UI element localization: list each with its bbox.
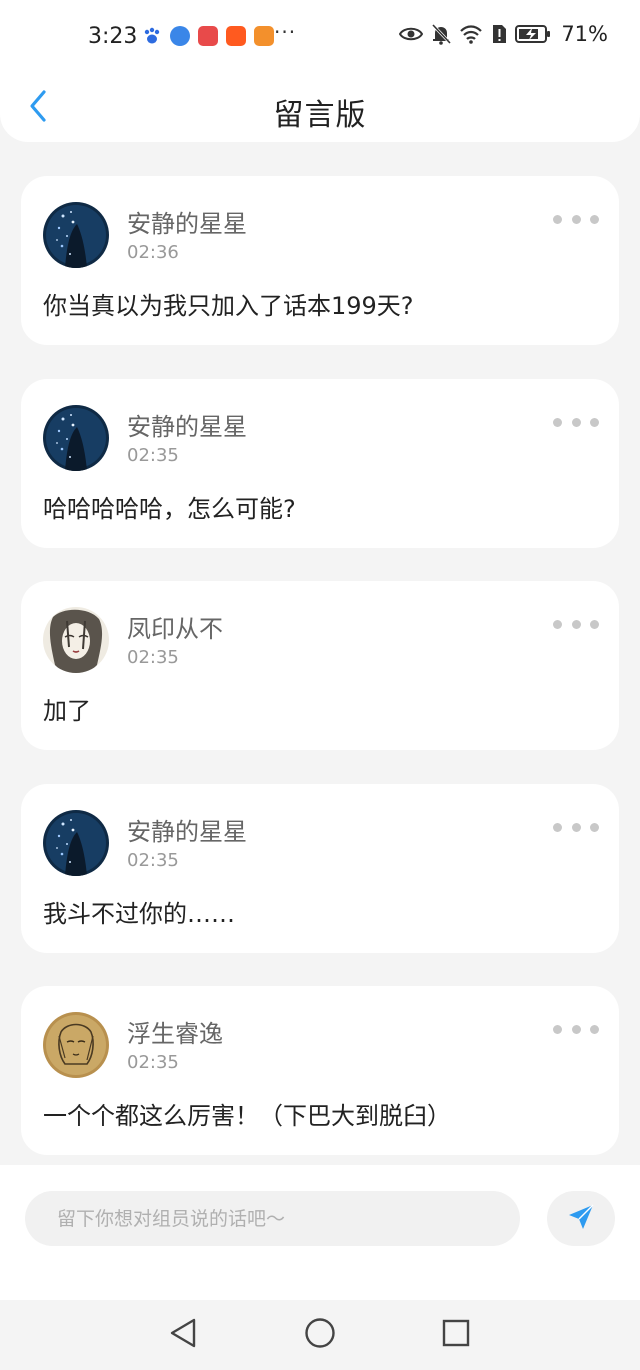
battery-charging-icon [515, 24, 551, 44]
more-dots-icon [590, 822, 599, 832]
more-dots-icon [590, 619, 599, 629]
system-navigation-bar [0, 1300, 640, 1370]
book-app-icon [198, 26, 218, 46]
message-input[interactable] [25, 1191, 520, 1246]
username[interactable]: 安静的星星 [127, 812, 247, 847]
more-dots-icon [553, 1024, 562, 1034]
message-text: 加了 [43, 697, 91, 725]
more-dots-icon [590, 417, 599, 427]
avatar[interactable] [43, 1012, 109, 1078]
baidu-paw-icon [142, 26, 162, 46]
message-time: 02:36 [127, 242, 179, 263]
avatar[interactable] [43, 810, 109, 876]
message-time: 02:35 [127, 445, 179, 466]
status-time: 3:23 [88, 24, 138, 49]
square-recent-icon [441, 1318, 471, 1352]
nav-recent-apps-button[interactable] [439, 1318, 473, 1352]
status-bar: 3:23 ··· 71% [0, 0, 640, 76]
more-dots-icon [553, 417, 562, 427]
avatar[interactable] [43, 202, 109, 268]
more-dots-icon [571, 619, 581, 629]
message-text: 一个个都这么厉害！（下巴大到脱臼） [43, 1102, 451, 1130]
more-options-button[interactable] [553, 820, 599, 834]
message-card: 凤印从不 02:35 加了 [21, 581, 619, 750]
username[interactable]: 凤印从不 [127, 609, 223, 644]
page-title: 留言版 [273, 98, 367, 133]
sim-alert-icon [491, 23, 507, 45]
more-dots-icon [571, 822, 581, 832]
username[interactable]: 浮生睿逸 [127, 1014, 223, 1049]
wifi-icon [459, 24, 483, 44]
eye-icon [399, 25, 424, 43]
more-dots-icon [590, 1024, 599, 1034]
nav-back-button[interactable] [166, 1318, 200, 1352]
browser-globe-icon [170, 26, 190, 46]
message-text: 我斗不过你的…… [43, 900, 235, 928]
nav-home-button[interactable] [303, 1318, 337, 1352]
more-notifications-indicator: ··· [274, 20, 297, 44]
message-card: 安静的星星 02:36 你当真以为我只加入了话本199天? [21, 176, 619, 345]
message-composer [0, 1165, 640, 1300]
page-header: 留言版 [0, 76, 640, 142]
message-text: 哈哈哈哈哈，怎么可能? [43, 495, 296, 523]
video-play-icon [254, 26, 274, 46]
paper-plane-icon [567, 1203, 595, 1235]
more-dots-icon [571, 417, 581, 427]
message-time: 02:35 [127, 850, 179, 871]
username[interactable]: 安静的星星 [127, 407, 247, 442]
more-dots-icon [571, 1024, 581, 1034]
more-options-button[interactable] [553, 212, 599, 226]
more-dots-icon [553, 214, 562, 224]
more-dots-icon [571, 214, 581, 224]
system-status-icons: 71% [399, 22, 608, 46]
taobao-app-icon [226, 26, 246, 46]
message-time: 02:35 [127, 1052, 179, 1073]
more-options-button[interactable] [553, 617, 599, 631]
avatar[interactable] [43, 405, 109, 471]
message-card: 安静的星星 02:35 哈哈哈哈哈，怎么可能? [21, 379, 619, 548]
send-button[interactable] [547, 1191, 615, 1246]
message-text: 你当真以为我只加入了话本199天? [43, 292, 414, 320]
bell-muted-icon [431, 23, 452, 45]
circle-home-icon [304, 1317, 336, 1353]
more-options-button[interactable] [553, 1022, 599, 1036]
more-options-button[interactable] [553, 415, 599, 429]
more-dots-icon [590, 214, 599, 224]
triangle-back-icon [168, 1317, 198, 1353]
more-dots-icon [553, 619, 562, 629]
username[interactable]: 安静的星星 [127, 204, 247, 239]
message-card: 安静的星星 02:35 我斗不过你的…… [21, 784, 619, 953]
avatar[interactable] [43, 607, 109, 673]
message-card: 浮生睿逸 02:35 一个个都这么厉害！（下巴大到脱臼） [21, 986, 619, 1155]
notification-icons [142, 26, 274, 46]
message-time: 02:35 [127, 647, 179, 668]
more-dots-icon [553, 822, 562, 832]
battery-percent: 71% [561, 22, 608, 46]
